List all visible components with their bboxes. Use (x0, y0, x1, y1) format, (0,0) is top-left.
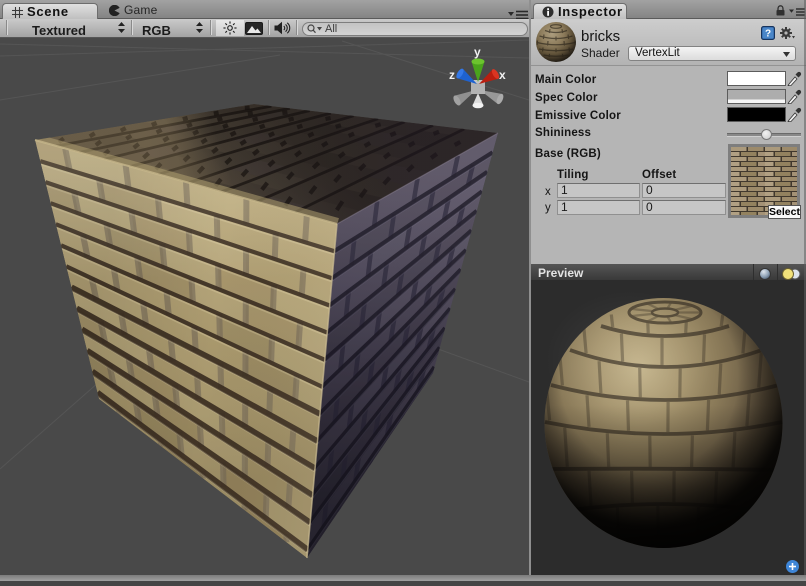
svg-text:z: z (449, 68, 455, 82)
svg-text:?: ? (765, 29, 771, 40)
svg-text:x: x (499, 68, 506, 82)
svg-text:y: y (474, 45, 481, 59)
